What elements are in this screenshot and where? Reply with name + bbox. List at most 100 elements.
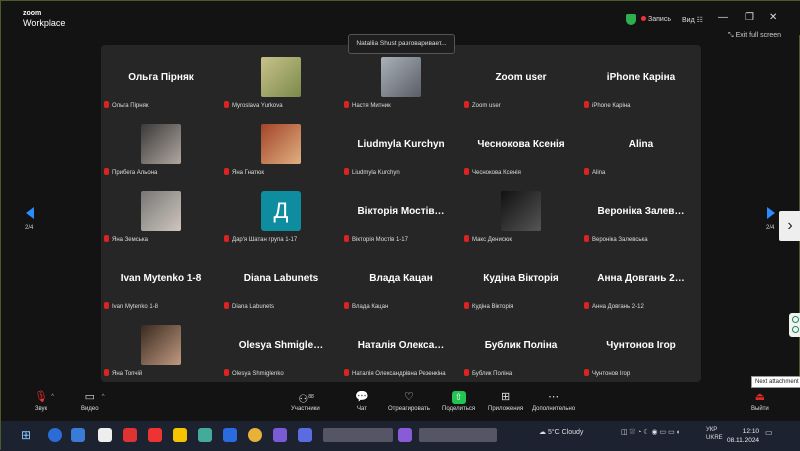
language-indicator[interactable]: УКР UKRE xyxy=(706,426,723,442)
windows-start-icon[interactable]: ⊞ xyxy=(21,428,35,442)
zoom-window: zoom Workplace Запись Вид ☷ — ❐ ✕ ⤡ Exit… xyxy=(0,0,800,451)
app-icon[interactable] xyxy=(148,428,162,442)
participant-tile[interactable]: Яна Гнатюк xyxy=(221,112,341,179)
participant-tile[interactable]: Вероніка Залев… Вероніка Залевська xyxy=(581,179,701,246)
app-icon[interactable] xyxy=(173,428,187,442)
participant-tile[interactable]: Яна Топчій xyxy=(101,313,221,380)
participant-tile[interactable]: Настя Митник xyxy=(341,45,461,112)
participant-tile[interactable]: Макс Денисюк xyxy=(461,179,581,246)
apps-button[interactable]: ⊞ Приложения xyxy=(488,391,523,412)
participant-label: Бублик Поліна xyxy=(464,369,578,378)
participant-tile[interactable]: iPhone Каріна iPhone Каріна xyxy=(581,45,701,112)
prev-page-icon[interactable] xyxy=(26,207,34,219)
participants-label: Участники xyxy=(291,406,320,412)
participant-tile[interactable]: Liudmyla Kurchyn Liudmyla Kurchyn xyxy=(341,112,461,179)
exit-fullscreen-label: Exit full screen xyxy=(735,32,782,39)
notification-icon[interactable]: ▭ xyxy=(765,428,773,437)
participant-tile[interactable]: Влада Кацан Влада Кацан xyxy=(341,246,461,313)
participant-label: Myroslava Yurkova xyxy=(224,101,338,110)
participant-name: Влада Кацан xyxy=(352,304,389,310)
participant-label: Влада Кацан xyxy=(344,302,458,311)
chevron-up-icon[interactable]: ^ xyxy=(102,394,105,400)
participant-name-display: Zoom user xyxy=(495,72,547,83)
maximize-button[interactable]: ❐ xyxy=(745,13,754,23)
participant-label: Дар'я Шатан група 1-17 xyxy=(224,235,338,244)
mic-muted-icon xyxy=(224,168,229,175)
participant-tile[interactable]: Бублик Поліна Бублик Поліна xyxy=(461,313,581,380)
app-icon[interactable] xyxy=(198,428,212,442)
app-icon[interactable] xyxy=(398,428,412,442)
participant-tile[interactable]: Чунтонов Ігор Чунтонов Ігор xyxy=(581,313,701,380)
side-widget[interactable] xyxy=(789,313,800,337)
taskbar-app-group[interactable] xyxy=(419,428,497,442)
chrome-icon[interactable] xyxy=(248,428,262,442)
app-icon[interactable] xyxy=(71,428,85,442)
mic-muted-icon xyxy=(464,235,469,242)
mic-muted-icon xyxy=(104,235,109,242)
recording-indicator[interactable]: Запись xyxy=(641,16,671,23)
participant-tile[interactable]: Чеснокова Ксенія Чеснокова Ксенія xyxy=(461,112,581,179)
share-screen-icon: ⇧ xyxy=(451,391,466,404)
app-icon[interactable] xyxy=(273,428,287,442)
participant-tile[interactable]: Diana Labunets Diana Labunets xyxy=(221,246,341,313)
minimize-button[interactable]: — xyxy=(718,13,728,23)
leave-button[interactable]: ⏏ Выйти xyxy=(751,391,769,412)
participant-tile[interactable]: Ольга Пірняк Ольга Пірняк xyxy=(101,45,221,112)
video-button[interactable]: ▭ Видео ^ xyxy=(81,391,105,412)
participant-label: Яна Гнатюк xyxy=(224,168,338,177)
taskbar-app-group[interactable] xyxy=(323,428,393,442)
participant-name: Diana Labunets xyxy=(232,304,275,310)
participant-name: Анна Довгань 2-12 xyxy=(592,304,644,310)
audio-button[interactable]: 🎙 Звук ^ xyxy=(34,391,54,412)
more-button[interactable]: ⋯ Дополнительно xyxy=(532,391,575,412)
participant-name-display: Diana Labunets xyxy=(243,273,319,284)
participant-label: Ольга Пірняк xyxy=(104,101,218,110)
chevron-right-icon[interactable]: › xyxy=(779,211,800,241)
security-shield-icon[interactable] xyxy=(626,14,636,25)
participant-label: Вероніка Залевська xyxy=(584,235,698,244)
participant-tile[interactable]: Myroslava Yurkova xyxy=(221,45,341,112)
participant-tile[interactable]: Д Дар'я Шатан група 1-17 xyxy=(221,179,341,246)
app-icon[interactable] xyxy=(98,428,112,442)
participant-tile[interactable]: Вікторія Мостів… Вікторія Мостів 1-17 xyxy=(341,179,461,246)
participant-tile[interactable]: Zoom user Zoom user xyxy=(461,45,581,112)
close-button[interactable]: ✕ xyxy=(769,13,777,23)
participant-tile[interactable]: Наталія Олекса… Наталія Олександрівна Рез… xyxy=(341,313,461,380)
participant-tile[interactable]: Яна Земська xyxy=(101,179,221,246)
participant-name-display: Чеснокова Ксенія xyxy=(477,139,565,150)
edge-icon[interactable] xyxy=(48,428,62,442)
weather-widget[interactable]: ☁ 5°C Cloudy xyxy=(539,428,583,436)
participants-count: 88 xyxy=(308,394,314,400)
participant-tile[interactable]: Анна Довгань 2… Анна Довгань 2-12 xyxy=(581,246,701,313)
participant-tile[interactable]: Прибега Альона xyxy=(101,112,221,179)
participant-tile[interactable]: Olesya Shmigle… Olesya Shmiglenko xyxy=(221,313,341,380)
more-label: Дополнительно xyxy=(532,406,576,412)
participant-tile[interactable]: Кудіна Вікторія Кудіна Вікторія xyxy=(461,246,581,313)
clock[interactable]: 12:10 08.11.2024 xyxy=(727,427,759,445)
chat-button[interactable]: 💬 Чат xyxy=(355,391,369,412)
participant-label: iPhone Каріна xyxy=(584,101,698,110)
mic-muted-icon xyxy=(584,168,589,175)
mic-muted-icon xyxy=(584,302,589,309)
exit-fullscreen-button[interactable]: ⤡ Exit full screen xyxy=(728,32,781,40)
participants-button[interactable]: ⚇88 Участники xyxy=(291,391,320,412)
react-button[interactable]: ♡ Отреагировать xyxy=(388,391,430,412)
share-label: Поделиться xyxy=(442,406,476,412)
next-page-icon[interactable] xyxy=(767,207,775,219)
tray-icons[interactable]: ◫ ⛆ ◔ ☾ ◉ ▭ ▭ ◐ xyxy=(621,428,681,437)
participant-name-display: Liudmyla Kurchyn xyxy=(357,139,445,150)
app-icon[interactable] xyxy=(123,428,137,442)
view-button[interactable]: Вид ☷ xyxy=(682,16,703,24)
participant-label: Вікторія Мостів 1-17 xyxy=(344,235,458,244)
side-widget-icon-2 xyxy=(791,326,799,333)
audio-label: Звук xyxy=(34,406,48,412)
share-button[interactable]: ⇧ Поделиться xyxy=(442,391,475,412)
participant-name: Макс Денисюк xyxy=(472,237,512,243)
participant-tile[interactable]: Ivan Mytenko 1-8 Ivan Mytenko 1-8 xyxy=(101,246,221,313)
chevron-up-icon[interactable]: ^ xyxy=(51,394,54,400)
participant-name: Кудіна Вікторія xyxy=(472,304,514,310)
participant-label: Diana Labunets xyxy=(224,302,338,311)
participant-tile[interactable]: Alina Alina xyxy=(581,112,701,179)
teams-icon[interactable] xyxy=(298,428,312,442)
app-icon[interactable] xyxy=(223,428,237,442)
